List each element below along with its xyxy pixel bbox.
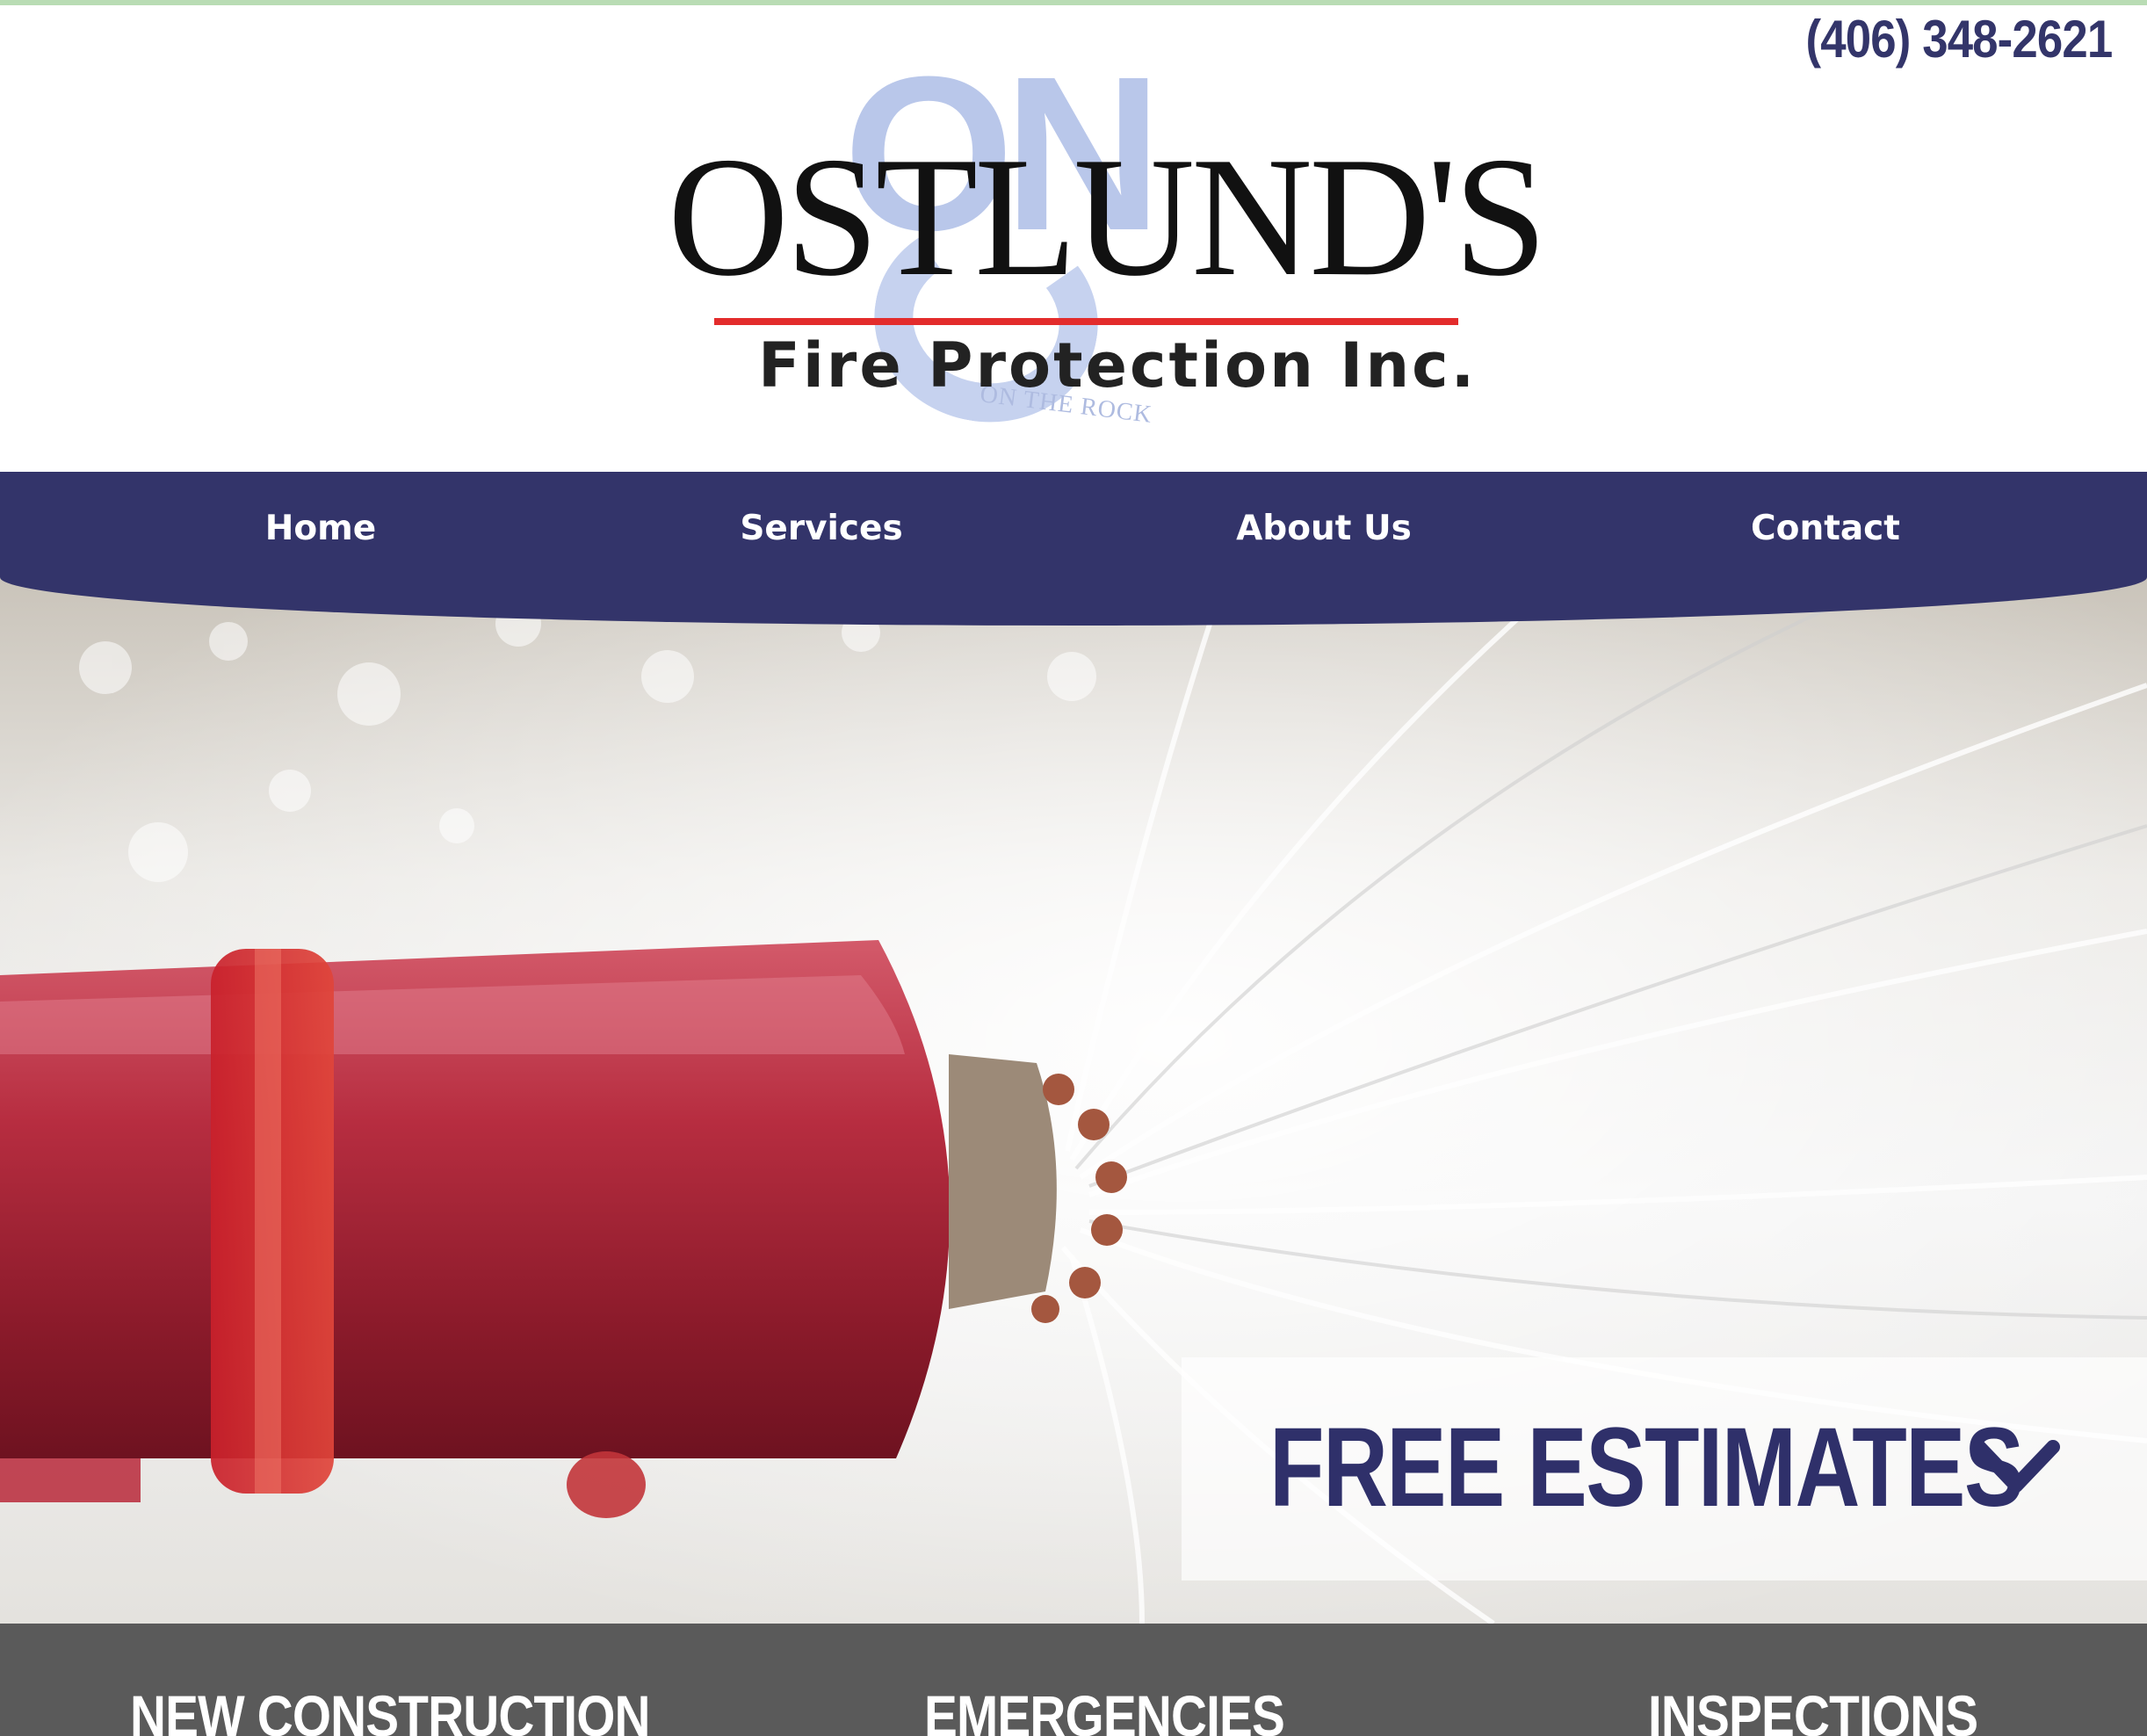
phone-number-link[interactable]: (406) 348-2621 (1805, 9, 2113, 69)
nav-item-services[interactable]: Services (740, 509, 902, 548)
main-navigation: Home Services About Us Contact (0, 472, 2147, 626)
logo-company-name: OSTLUND'S (668, 122, 1547, 312)
feature-title-new-construction[interactable]: NEW CONSTRUCTION (130, 1687, 651, 1736)
nav-item-home[interactable]: Home (265, 509, 377, 548)
services-feature-bar: NEW CONSTRUCTION EMERGENCIES INSPECTIONS (0, 1624, 2147, 1736)
feature-title-inspections[interactable]: INSPECTIONS (1648, 1687, 1978, 1736)
logo-red-underline (714, 318, 1458, 325)
logo-subtitle: Fire Protection Inc. (758, 329, 1478, 401)
free-estimates-button[interactable]: FREE ESTIMATES (1182, 1357, 2147, 1580)
chevron-down-icon (1972, 1440, 2060, 1493)
company-logo[interactable]: ON ON THE ROCK OSTLUND'S Fire Protection… (668, 44, 1547, 440)
free-estimates-label: FREE ESTIMATES (1269, 1405, 2024, 1530)
nav-item-contact[interactable]: Contact (1751, 509, 1900, 548)
top-accent-rule (0, 0, 2147, 5)
feature-title-emergencies[interactable]: EMERGENCIES (924, 1687, 1285, 1736)
nav-item-about-us[interactable]: About Us (1236, 509, 1412, 548)
